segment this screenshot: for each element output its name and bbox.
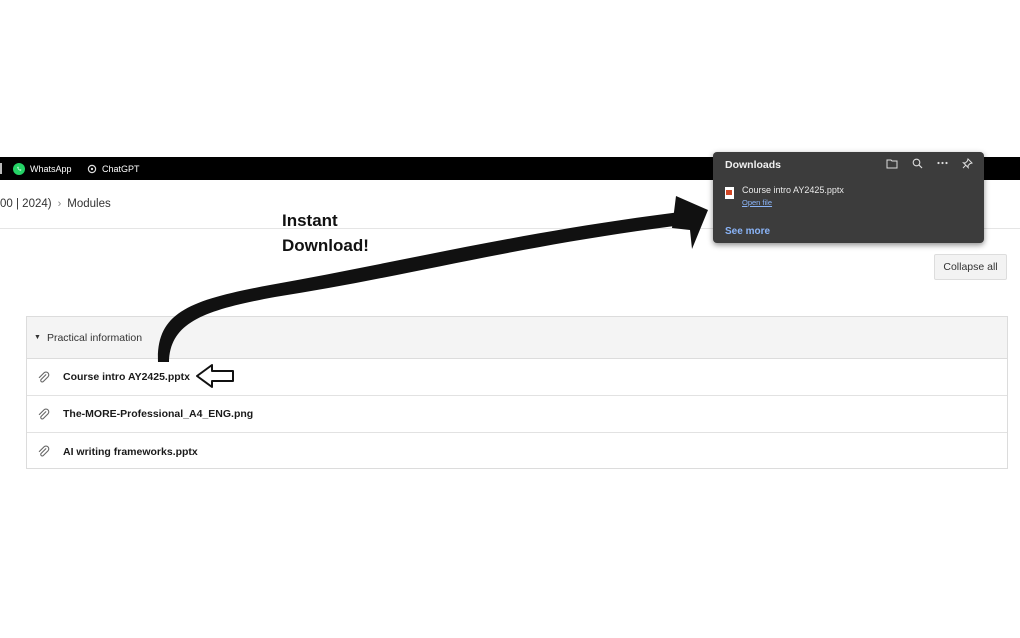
download-filename: Course intro AY2425.pptx	[742, 185, 844, 195]
file-name[interactable]: Course intro AY2425.pptx	[63, 371, 190, 383]
collapse-all-button[interactable]: Collapse all	[934, 254, 1007, 280]
breadcrumb-separator-icon: ›	[57, 198, 62, 210]
bookmark-chatgpt[interactable]: ChatGPT	[86, 157, 140, 180]
annotation-line-1: Instant	[282, 211, 338, 230]
annotation-text: Instant Download!	[282, 208, 369, 258]
open-file-link[interactable]: Open file	[742, 198, 844, 207]
module-title: Practical information	[46, 331, 143, 344]
paperclip-icon	[37, 445, 51, 459]
downloads-toolbar	[885, 156, 974, 170]
file-name[interactable]: AI writing frameworks.pptx	[63, 446, 198, 458]
whatsapp-icon	[13, 162, 25, 175]
paperclip-icon	[37, 407, 51, 421]
file-row[interactable]: AI writing frameworks.pptx	[27, 433, 1007, 470]
breadcrumb: 00 | 2024) › Modules	[0, 198, 111, 210]
file-row[interactable]: Course intro AY2425.pptx	[27, 359, 1007, 396]
paperclip-icon	[37, 370, 51, 384]
bookmark-label: WhatsApp	[30, 163, 72, 174]
download-item[interactable]: Course intro AY2425.pptx Open file	[725, 185, 844, 207]
folder-icon[interactable]	[885, 156, 899, 170]
pptx-file-icon	[725, 187, 734, 199]
file-row[interactable]: The-MORE-Professional_A4_ENG.png	[27, 396, 1007, 433]
breadcrumb-parent[interactable]: 00 | 2024)	[0, 198, 52, 210]
breadcrumb-current[interactable]: Modules	[67, 198, 110, 210]
annotation-line-2: Download!	[282, 236, 369, 255]
downloads-title: Downloads	[725, 159, 782, 171]
see-more-link[interactable]: See more	[725, 226, 770, 237]
downloads-panel: Downloads Course intro AY2425.pptx Open …	[713, 152, 984, 243]
bookmark-whatsapp[interactable]: WhatsApp	[13, 157, 72, 180]
search-icon[interactable]	[910, 156, 924, 170]
module-section: ▼ Practical information Course intro AY2…	[26, 316, 1008, 469]
bookmark-edge-fragment	[0, 163, 2, 174]
curved-arrow-head	[672, 196, 708, 249]
file-name[interactable]: The-MORE-Professional_A4_ENG.png	[63, 408, 253, 420]
chatgpt-icon	[86, 163, 97, 174]
bookmark-label: ChatGPT	[102, 163, 140, 174]
caret-down-icon: ▼	[34, 334, 41, 341]
pin-icon[interactable]	[960, 156, 974, 170]
more-icon[interactable]	[935, 156, 949, 170]
module-header[interactable]: ▼ Practical information	[27, 317, 1007, 359]
